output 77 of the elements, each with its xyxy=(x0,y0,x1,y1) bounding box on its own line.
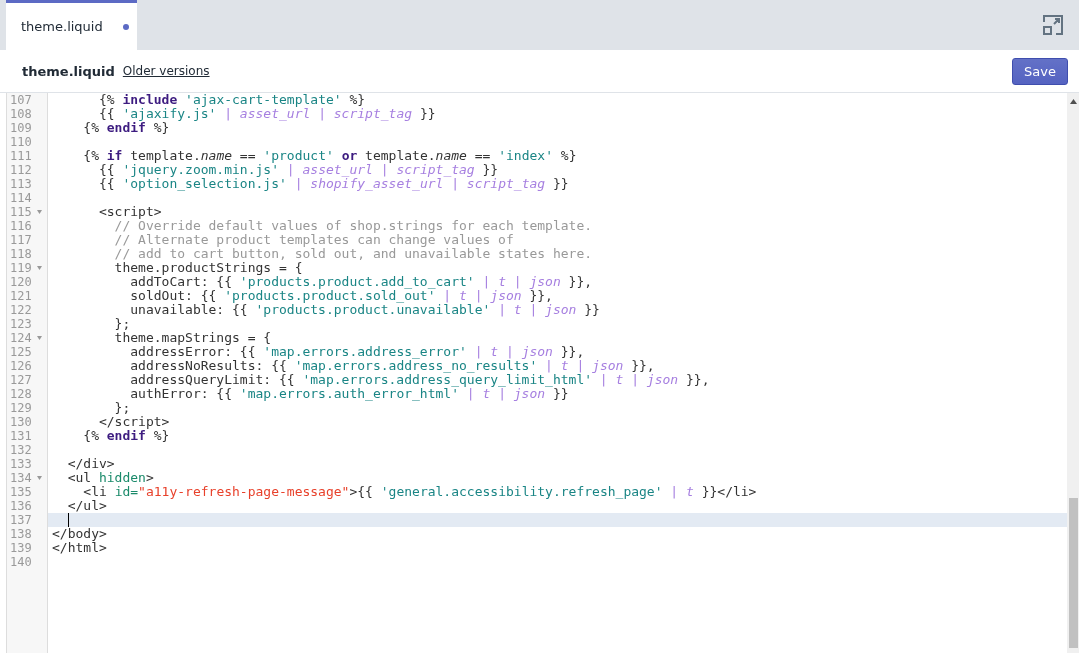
fold-arrow-icon[interactable] xyxy=(37,210,42,214)
code-line: // Override default values of shop.strings for each template. xyxy=(114,219,593,233)
line-number: 122 xyxy=(10,303,32,317)
line-number: 113 xyxy=(10,177,32,191)
line-number: 133 xyxy=(10,457,32,471)
line-number: 129 xyxy=(10,401,32,415)
code-line: </div> xyxy=(66,457,115,471)
line-number: 132 xyxy=(10,443,32,457)
line-number: 131 xyxy=(10,429,32,443)
line-number: 128 xyxy=(10,387,32,401)
line-number: 127 xyxy=(10,373,32,387)
code-line: {{ 'jquery.zoom.min.js' | asset_url | script_tag }} xyxy=(97,163,499,177)
line-number: 139 xyxy=(10,541,32,555)
code-line: unavailable: {{ 'products.product.unavailable' | t | json }} xyxy=(129,303,600,317)
line-number: 114 xyxy=(10,191,32,205)
line-number: 125 xyxy=(10,345,32,359)
scroll-up-icon[interactable] xyxy=(1069,99,1077,104)
fold-arrow-icon[interactable] xyxy=(37,476,42,480)
code-line: authError: {{ 'map.errors.auth_error_html' | t | json }} xyxy=(129,387,569,401)
code-line: {% if template.name == 'product' or template.name == 'index' %} xyxy=(82,149,577,163)
code-line: soldOut: {{ 'products.product.sold_out' | t | json }}, xyxy=(129,289,553,303)
line-number: 121 xyxy=(10,289,32,303)
code-line: </ul> xyxy=(66,499,107,513)
line-number: 140 xyxy=(10,555,32,569)
line-number: 110 xyxy=(10,135,32,149)
line-number: 134 xyxy=(10,471,32,485)
code-line: </script> xyxy=(97,415,170,429)
fold-arrow-icon[interactable] xyxy=(37,336,42,340)
line-number: 107 xyxy=(10,93,32,107)
code-line: addressNoResults: {{ 'map.errors.address_no_results' | t | json }}, xyxy=(129,359,655,373)
line-number: 136 xyxy=(10,499,32,513)
file-tab[interactable]: theme.liquid xyxy=(6,0,137,50)
code-line: {{ 'ajaxify.js' | asset_url | script_tag }} xyxy=(97,107,436,121)
code-line: </body> xyxy=(51,527,107,541)
save-button[interactable]: Save xyxy=(1012,57,1068,85)
line-number: 112 xyxy=(10,163,32,177)
line-number: 135 xyxy=(10,485,32,499)
expand-icon[interactable] xyxy=(1043,15,1063,35)
line-number: 117 xyxy=(10,233,32,247)
code-line: theme.productStrings = { xyxy=(113,261,303,275)
line-number: 138 xyxy=(10,527,32,541)
scrollbar[interactable] xyxy=(1067,93,1079,653)
text-cursor xyxy=(68,513,69,527)
line-number: 120 xyxy=(10,275,32,289)
line-number: 130 xyxy=(10,415,32,429)
line-number: 124 xyxy=(10,331,32,345)
code-line: addressQueryLimit: {{ 'map.errors.address_query_limit_html' | t | json }}, xyxy=(129,373,710,387)
line-number: 119 xyxy=(10,261,32,275)
code-line: // add to cart button, sold out, and unavailable states here. xyxy=(113,247,593,261)
line-number: 126 xyxy=(10,359,32,373)
code-line: theme.mapStrings = { xyxy=(113,331,272,345)
line-number: 118 xyxy=(10,247,32,261)
scrollbar-thumb[interactable] xyxy=(1068,498,1078,648)
line-number: 115 xyxy=(10,205,32,219)
code-line: addToCart: {{ 'products.product.add_to_cart' | t | json }}, xyxy=(130,275,593,289)
code-line: {% endif %} xyxy=(82,121,170,135)
code-line: {{ 'option_selection.js' | shopify_asset_url | script_tag }} xyxy=(97,177,569,191)
code-line: {% include 'ajax-cart-template' %} xyxy=(97,93,366,107)
code-line: <li id="a11y-refresh-page-message">{{ 'general.accessibility.refresh_page' | t }}</li> xyxy=(82,485,757,499)
file-title: theme.liquid xyxy=(22,63,115,79)
tab-label: theme.liquid xyxy=(21,19,103,34)
code-line: {% endif %} xyxy=(82,429,170,443)
line-number: 108 xyxy=(10,107,32,121)
code-line: }; xyxy=(113,317,131,331)
line-number: 137 xyxy=(10,513,32,527)
fold-arrow-icon[interactable] xyxy=(37,266,42,270)
code-line: // Alternate product templates can change values of xyxy=(113,233,514,247)
code-line: </html> xyxy=(51,541,107,555)
code-line: <script> xyxy=(97,205,162,219)
line-number: 123 xyxy=(10,317,32,331)
code-line: }; xyxy=(113,401,131,415)
code-line: addressError: {{ 'map.errors.address_error' | t | json }}, xyxy=(130,345,585,359)
code-line: <ul hidden> xyxy=(66,471,154,485)
older-versions-link[interactable]: Older versions xyxy=(122,64,210,78)
line-number: 109 xyxy=(10,121,32,135)
line-number: 116 xyxy=(10,219,32,233)
line-number: 111 xyxy=(10,149,32,163)
